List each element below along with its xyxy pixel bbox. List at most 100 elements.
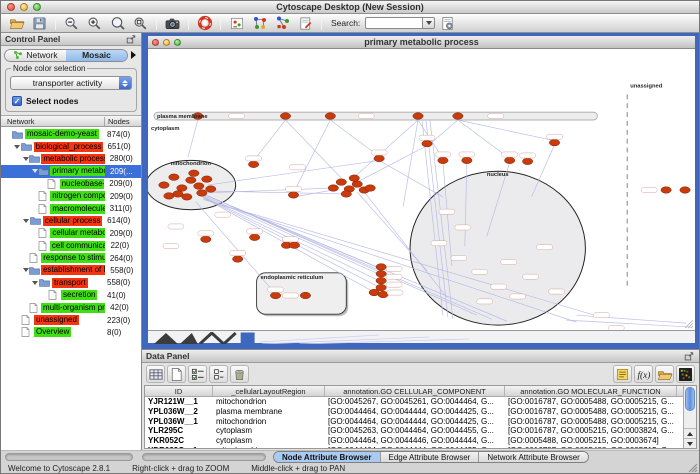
resize-grip-icon[interactable]	[688, 463, 698, 473]
tab-node-attribute-browser[interactable]: Node Attribute Browser	[274, 452, 381, 462]
zoom-in-button[interactable]	[84, 15, 105, 32]
network-node[interactable]	[177, 185, 187, 192]
snapshot-button[interactable]	[162, 15, 183, 32]
zoom-out-button[interactable]	[61, 15, 82, 32]
column-header[interactable]: ID	[145, 386, 213, 396]
tree-row[interactable]: primary metabo209(...	[1, 165, 141, 177]
network-node[interactable]	[249, 234, 259, 241]
network-edge[interactable]	[357, 146, 427, 182]
network-node[interactable]	[202, 176, 212, 183]
expand-arrow-icon[interactable]	[32, 281, 38, 285]
open-session-button[interactable]	[6, 15, 27, 32]
network-node[interactable]	[325, 113, 335, 120]
tree-row[interactable]: nucleobase-209(0)	[1, 178, 141, 190]
network-node[interactable]	[328, 185, 338, 192]
save-session-button[interactable]	[29, 15, 50, 32]
network-node[interactable]	[270, 292, 280, 299]
network-node[interactable]	[164, 193, 174, 200]
attribute-table-button[interactable]	[146, 365, 165, 383]
import-attributes-button[interactable]	[655, 365, 674, 383]
tree-row[interactable]: establishment of lo558(0)	[1, 264, 141, 276]
tree-row[interactable]: secretion41(0)	[1, 289, 141, 301]
network-node[interactable]	[365, 185, 375, 192]
tree-col-nodes[interactable]: Nodes	[104, 117, 141, 126]
network-node[interactable]	[197, 190, 207, 197]
annotation-note-button[interactable]	[613, 365, 632, 383]
table-row[interactable]: YPL036W__1mitochondrion[GO:0044464, GO:0…	[145, 417, 683, 427]
network-node[interactable]	[169, 174, 179, 181]
network-edge[interactable]	[285, 120, 343, 180]
column-header[interactable]: annotation.GO CELLULAR_COMPONENT	[325, 386, 505, 396]
float-panel-icon[interactable]	[125, 34, 137, 45]
network-node[interactable]	[462, 157, 472, 164]
tree-row[interactable]: cell communicat22(0)	[1, 240, 141, 252]
network-node[interactable]	[374, 155, 384, 162]
network-graph[interactable]: plasma membranecytoplasmmitochondrionnuc…	[148, 49, 695, 330]
tree-row[interactable]: transport558(0)	[1, 277, 141, 289]
expand-arrow-icon[interactable]	[23, 268, 29, 272]
network-node[interactable]	[186, 177, 196, 184]
delete-attribute-button[interactable]	[230, 365, 249, 383]
network-edge[interactable]	[403, 120, 418, 207]
network-node[interactable]	[194, 183, 204, 190]
edit-network-button[interactable]	[295, 15, 316, 32]
network-node[interactable]	[182, 194, 192, 201]
expand-arrow-icon[interactable]	[23, 219, 29, 223]
float-panel-icon[interactable]	[683, 351, 695, 362]
search-dropdown-button[interactable]	[423, 17, 435, 29]
tree-row[interactable]: unassigned223(0)	[1, 314, 141, 326]
scroll-down-button[interactable]	[684, 438, 696, 448]
network-node[interactable]	[680, 187, 690, 194]
network-node[interactable]	[453, 113, 463, 120]
network-node[interactable]	[288, 192, 298, 199]
network-edge[interactable]	[200, 194, 378, 274]
tree-row[interactable]: biological_process651(0)	[1, 140, 141, 152]
network-node[interactable]	[378, 291, 388, 298]
table-row[interactable]: YLR295Ccytoplasm[GO:0045263, GO:0044464,…	[145, 426, 683, 436]
network-view-titlebar[interactable]: primary metabolic process	[148, 36, 695, 49]
network-node[interactable]	[280, 113, 290, 120]
network-node[interactable]	[376, 271, 386, 278]
select-attributes-button[interactable]	[188, 365, 207, 383]
network-edge[interactable]	[293, 120, 330, 193]
annotation-button[interactable]	[226, 15, 247, 32]
tab-network-attribute-browser[interactable]: Network Attribute Browser	[479, 452, 587, 462]
network-canvas[interactable]: plasma membranecytoplasmmitochondrionnuc…	[148, 49, 695, 330]
network-edge[interactable]	[354, 120, 418, 177]
tree-row[interactable]: metabolic process280(0)	[1, 153, 141, 165]
network-node[interactable]	[413, 113, 423, 120]
network-node[interactable]	[159, 182, 169, 189]
tree-col-network[interactable]: Network	[1, 117, 104, 126]
layout-network-button[interactable]	[249, 15, 270, 32]
node-color-combo[interactable]: transporter activity	[10, 76, 132, 90]
align-network-button[interactable]	[272, 15, 293, 32]
formula-builder-button[interactable]: f(x)	[634, 365, 653, 383]
tab-edge-attribute-browser[interactable]: Edge Attribute Browser	[381, 452, 480, 462]
tree-row[interactable]: macromolecule311(0)	[1, 202, 141, 214]
network-node[interactable]	[438, 157, 448, 164]
tree-row[interactable]: nitrogen compo209(0)	[1, 190, 141, 202]
zoom-selected-button[interactable]	[107, 15, 128, 32]
matrix-view-button[interactable]	[676, 365, 695, 383]
network-node[interactable]	[376, 277, 386, 284]
network-edge[interactable]	[566, 320, 691, 327]
expand-arrow-icon[interactable]	[14, 145, 20, 149]
search-options-icon[interactable]	[440, 16, 455, 31]
expand-arrow-icon[interactable]	[23, 157, 29, 161]
tree-row[interactable]: mosaic-demo-yeast874(0)	[1, 128, 141, 140]
tree-row[interactable]: response to stimul264(0)	[1, 252, 141, 264]
network-node[interactable]	[376, 264, 386, 271]
tab-overflow-button[interactable]	[128, 51, 138, 59]
column-header[interactable]: _cellularLayoutRegion	[213, 386, 325, 396]
network-node[interactable]	[248, 161, 258, 168]
table-row[interactable]: YDR039C__1mitochondrion[GO:0044464, GO:0…	[145, 446, 683, 448]
table-row[interactable]: YPL036W__2plasma membrane[GO:0044464, GO…	[145, 407, 683, 417]
network-node[interactable]	[341, 191, 351, 198]
zoom-fit-button[interactable]	[130, 15, 151, 32]
network-node[interactable]	[504, 157, 514, 164]
table-row[interactable]: YJR121W__1mitochondrion[GO:0045267, GO:0…	[145, 397, 683, 407]
tree-row[interactable]: multi-organism pro42(0)	[1, 301, 141, 313]
network-node[interactable]	[352, 181, 362, 188]
network-node[interactable]	[336, 179, 346, 186]
network-node[interactable]	[206, 186, 216, 193]
